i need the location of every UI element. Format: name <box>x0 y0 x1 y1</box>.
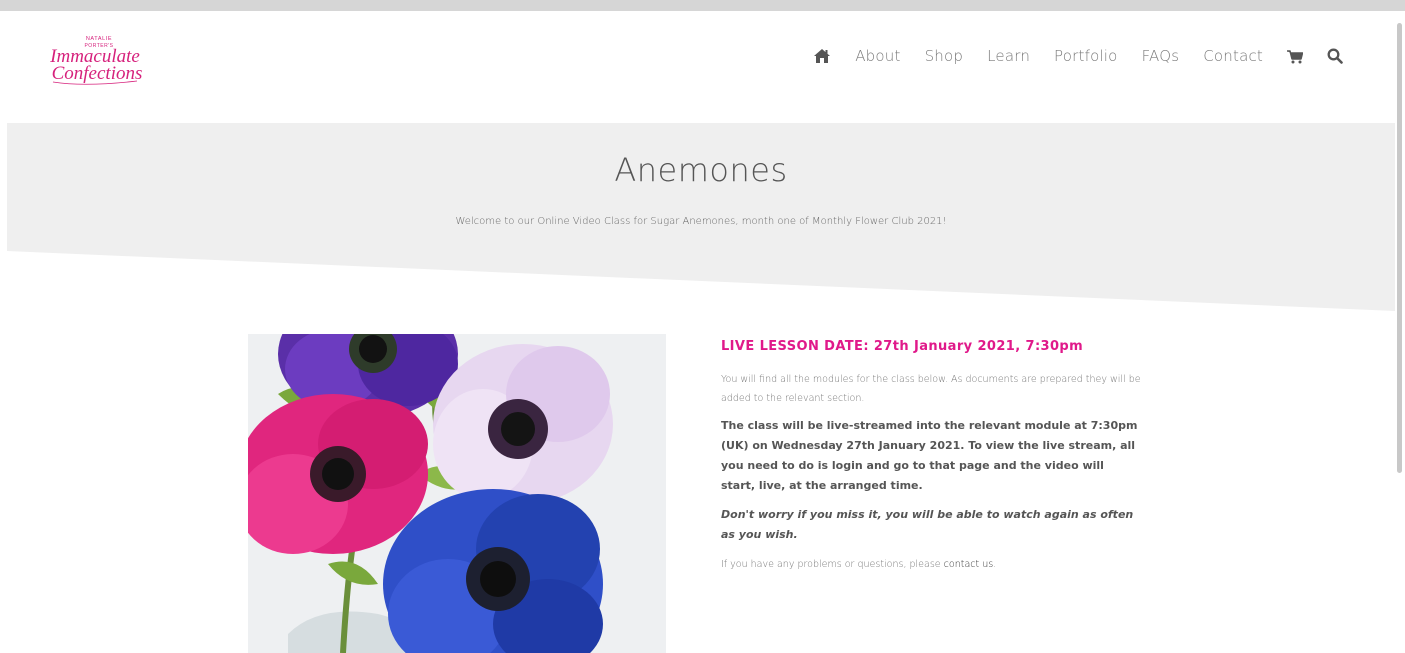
browser-page: NATALIE PORTER'S Immaculate Confections … <box>0 0 1405 653</box>
nav-shop[interactable]: Shop <box>925 47 964 65</box>
page-subtitle: Welcome to our Online Video Class for Su… <box>455 216 947 227</box>
scrollbar[interactable] <box>1395 11 1405 653</box>
contact-us-link[interactable]: contact us <box>944 559 994 570</box>
window-top-border <box>0 0 1405 11</box>
nav-about[interactable]: About <box>855 47 900 65</box>
main-nav: About Shop Learn Portfolio FAQs Contact <box>813 47 1343 65</box>
live-stream-text: The class will be live-streamed into the… <box>721 419 1138 492</box>
watch-again-text: Don't worry if you miss it, you will be … <box>721 508 1134 541</box>
intro-text: You will find all the modules for the cl… <box>721 374 1141 404</box>
anemones-photo <box>248 334 666 653</box>
logo-graphic: NATALIE PORTER'S Immaculate Confections <box>49 36 143 85</box>
cart-icon[interactable] <box>1287 49 1303 64</box>
page-title: Anemones <box>614 151 788 189</box>
home-icon[interactable] <box>813 48 831 64</box>
nav-learn[interactable]: Learn <box>987 47 1030 65</box>
logo-line1: NATALIE <box>86 36 112 42</box>
site-logo[interactable]: NATALIE PORTER'S Immaculate Confections <box>45 29 155 89</box>
scrollbar-thumb[interactable] <box>1397 23 1402 473</box>
nav-contact[interactable]: Contact <box>1203 47 1263 65</box>
lesson-content: LIVE LESSON DATE: 27th January 2021, 7:3… <box>721 335 1141 582</box>
title-band: Anemones Welcome to our Online Video Cla… <box>7 123 1395 323</box>
logo-line4: Confections <box>52 63 143 84</box>
nav-faqs[interactable]: FAQs <box>1142 47 1180 65</box>
problems-suffix: . <box>993 559 997 570</box>
problems-prefix: If you have any problems or questions, p… <box>721 559 944 570</box>
nav-portfolio[interactable]: Portfolio <box>1054 47 1118 65</box>
search-icon[interactable] <box>1327 48 1343 64</box>
problems-text: If you have any problems or questions, p… <box>721 555 1141 574</box>
lesson-date-heading: LIVE LESSON DATE: 27th January 2021, 7:3… <box>721 339 1084 354</box>
site-header: NATALIE PORTER'S Immaculate Confections … <box>7 11 1395 123</box>
